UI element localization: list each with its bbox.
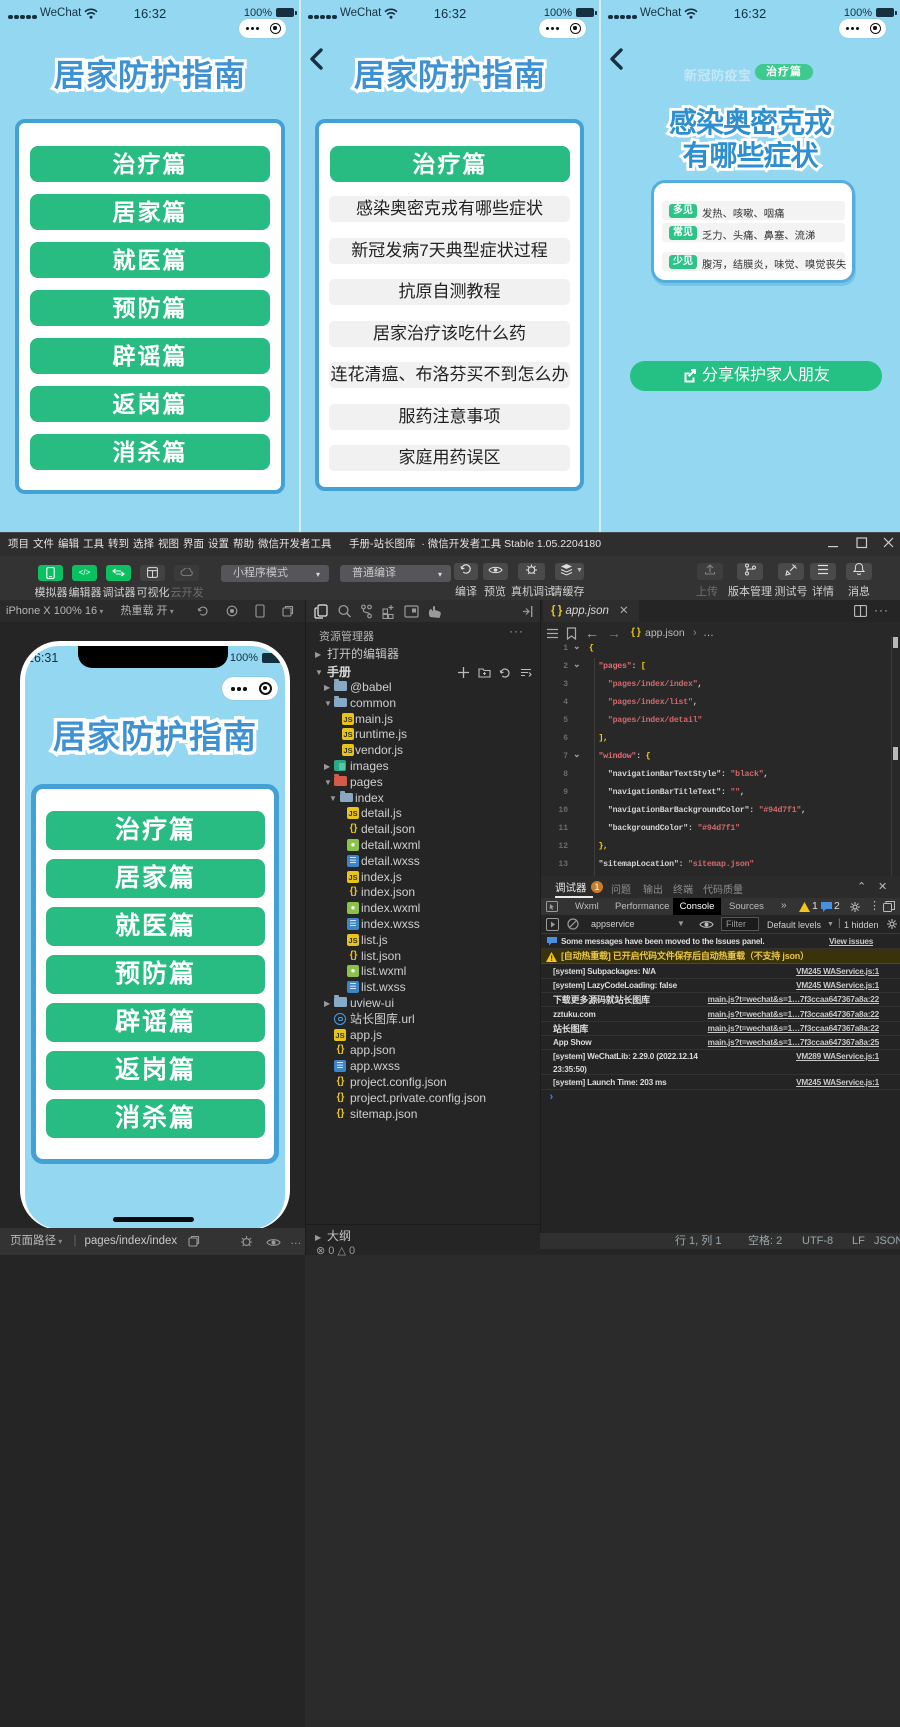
svg-text:有哪些症状: 有哪些症状 — [682, 140, 819, 171]
svg-text:居家防护指南: 居家防护指南 — [53, 718, 257, 755]
svg-text:居家防护指南: 居家防护指南 — [54, 58, 246, 93]
svg-text:居家防护指南: 居家防护指南 — [354, 58, 546, 93]
svg-text:感染奥密克戎: 感染奥密克戎 — [669, 106, 832, 138]
